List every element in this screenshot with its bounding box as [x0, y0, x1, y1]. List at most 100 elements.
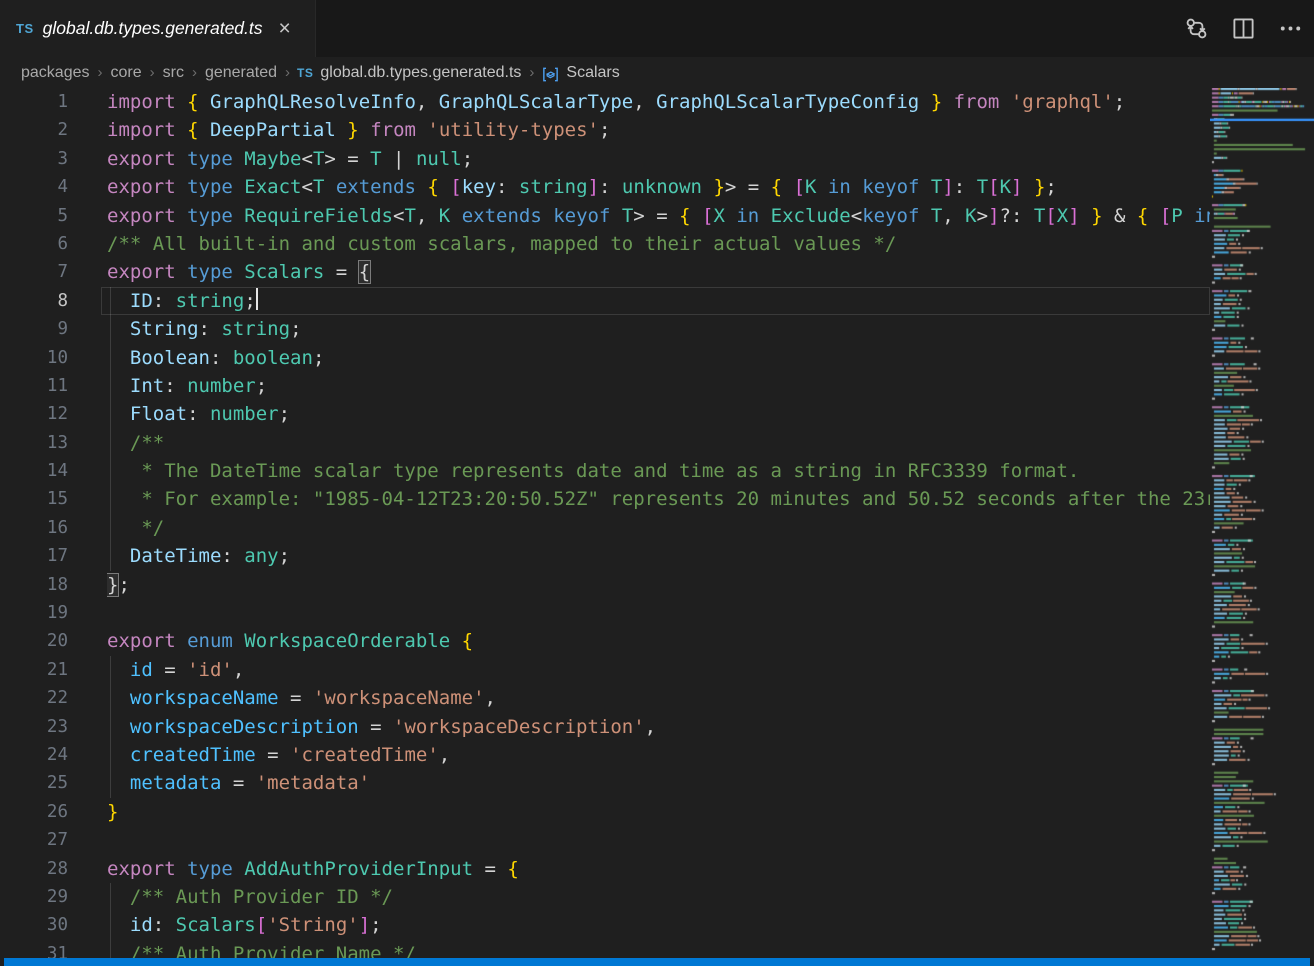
breadcrumb-folder-src[interactable]: src	[163, 64, 184, 82]
code-line[interactable]: 23 workspaceDescription = 'workspaceDesc…	[0, 713, 1210, 741]
code-text: export type AddAuthProviderInput = {	[107, 855, 1210, 883]
code-line[interactable]: 11 Int: number;	[0, 372, 1210, 400]
breadcrumb-symbol[interactable]: Scalars	[566, 64, 619, 82]
code-line[interactable]: 1 import { GraphQLResolveInfo, GraphQLSca…	[0, 88, 1210, 116]
code-line[interactable]: 26}	[0, 798, 1210, 826]
code-text: ID: string;	[107, 287, 1210, 315]
line-number[interactable]: 28	[0, 855, 68, 883]
indent-guide	[110, 457, 111, 485]
line-number[interactable]: 18	[0, 571, 68, 599]
code-editor[interactable]: 1 import { GraphQLResolveInfo, GraphQLSca…	[0, 88, 1210, 958]
code-text: import { GraphQLResolveInfo, GraphQLScal…	[107, 88, 1210, 116]
line-number[interactable]: 29	[0, 883, 68, 911]
code-line[interactable]: 9 String: string;	[0, 315, 1210, 343]
indent-guide	[110, 713, 111, 741]
code-line[interactable]: 30 id: Scalars['String'];	[0, 911, 1210, 939]
code-line[interactable]: 25 metadata = 'metadata'	[0, 769, 1210, 797]
minimap[interactable]	[1210, 88, 1314, 958]
line-number[interactable]: 30	[0, 911, 68, 939]
code-line[interactable]: 22 workspaceName = 'workspaceName',	[0, 684, 1210, 712]
breadcrumb-folder-core[interactable]: core	[111, 64, 142, 82]
code-line[interactable]: 6/** All built-in and custom scalars, ma…	[0, 230, 1210, 258]
line-number[interactable]: 8	[0, 287, 68, 315]
code-line[interactable]: 17 DateTime: any;	[0, 542, 1210, 570]
code-line[interactable]: 28 export type AddAuthProviderInput = {	[0, 855, 1210, 883]
code-line[interactable]: 12 Float: number;	[0, 400, 1210, 428]
code-line[interactable]: 24 createdTime = 'createdTime',	[0, 741, 1210, 769]
code-line[interactable]: 19	[0, 599, 1210, 627]
breadcrumb-folder-packages[interactable]: packages	[21, 64, 90, 82]
code-text: export type Maybe<T> = T | null;	[107, 145, 1210, 173]
code-line[interactable]: 5export type RequireFields<T, K extends …	[0, 202, 1210, 230]
line-number[interactable]: 21	[0, 656, 68, 684]
code-text: id = 'id',	[107, 656, 1210, 684]
code-line[interactable]: 14 * The DateTime scalar type represents…	[0, 457, 1210, 485]
line-number[interactable]: 2	[0, 116, 68, 144]
tab-global-db-types-generated-ts[interactable]: TS global.db.types.generated.ts ×	[0, 0, 316, 57]
indent-guide	[110, 344, 111, 372]
code-line[interactable]: 13 /**	[0, 429, 1210, 457]
symbol-type-icon	[541, 65, 560, 84]
line-number[interactable]: 12	[0, 400, 68, 428]
code-text: export type Scalars = {	[107, 258, 1210, 286]
line-number[interactable]: 23	[0, 713, 68, 741]
line-number[interactable]: 7	[0, 258, 68, 286]
line-number[interactable]: 15	[0, 485, 68, 513]
line-number[interactable]: 22	[0, 684, 68, 712]
code-line[interactable]: 2import { DeepPartial } from 'utility-ty…	[0, 116, 1210, 144]
line-number[interactable]: 1	[0, 88, 68, 116]
code-line[interactable]: 21 id = 'id',	[0, 656, 1210, 684]
line-number[interactable]: 3	[0, 145, 68, 173]
line-number[interactable]: 25	[0, 769, 68, 797]
code-line[interactable]: 27	[0, 826, 1210, 854]
open-changes-icon[interactable]	[1183, 15, 1210, 42]
code-text: Float: number;	[107, 400, 1210, 428]
line-number[interactable]: 4	[0, 173, 68, 201]
line-number[interactable]: 17	[0, 542, 68, 570]
indent-guide	[110, 769, 111, 797]
line-number[interactable]: 11	[0, 372, 68, 400]
code-line[interactable]: 7 export type Scalars = {	[0, 258, 1210, 286]
line-number[interactable]: 9	[0, 315, 68, 343]
line-number[interactable]: 24	[0, 741, 68, 769]
code-line[interactable]: 16 */	[0, 514, 1210, 542]
more-actions-icon[interactable]	[1277, 15, 1304, 42]
line-number[interactable]: 6	[0, 230, 68, 258]
code-lines: 1 import { GraphQLResolveInfo, GraphQLSca…	[0, 88, 1210, 958]
indent-guide	[110, 287, 111, 315]
line-number[interactable]: 13	[0, 429, 68, 457]
code-line[interactable]: 18};	[0, 571, 1210, 599]
line-number[interactable]: 14	[0, 457, 68, 485]
code-line[interactable]: 29 /** Auth Provider ID */	[0, 883, 1210, 911]
code-text: Int: number;	[107, 372, 1210, 400]
line-number[interactable]: 31	[0, 940, 68, 958]
breadcrumb-file[interactable]: global.db.types.generated.ts	[320, 64, 521, 82]
indent-guide	[110, 656, 111, 684]
line-number[interactable]: 19	[0, 599, 68, 627]
line-number[interactable]: 16	[0, 514, 68, 542]
code-text: Boolean: boolean;	[107, 344, 1210, 372]
code-line[interactable]: 8 ID: string;	[0, 287, 1210, 315]
tab-close-icon[interactable]: ×	[279, 18, 291, 39]
text-cursor	[256, 288, 258, 310]
chevron-right-icon: ›	[192, 64, 197, 81]
code-line[interactable]: 31 /** Auth Provider Name */	[0, 940, 1210, 958]
breadcrumb-folder-generated[interactable]: generated	[205, 64, 277, 82]
line-number[interactable]: 27	[0, 826, 68, 854]
line-number[interactable]: 26	[0, 798, 68, 826]
line-number[interactable]: 10	[0, 344, 68, 372]
code-line[interactable]: 10 Boolean: boolean;	[0, 344, 1210, 372]
split-editor-icon[interactable]	[1230, 15, 1257, 42]
line-number[interactable]: 5	[0, 202, 68, 230]
code-line[interactable]: 20 export enum WorkspaceOrderable {	[0, 627, 1210, 655]
line-number[interactable]: 20	[0, 627, 68, 655]
code-line[interactable]: 4 export type Exact<T extends { [key: str…	[0, 173, 1210, 201]
code-text: export type Exact<T extends { [key: stri…	[107, 173, 1210, 201]
code-line[interactable]: 3 export type Maybe<T> = T | null;	[0, 145, 1210, 173]
chevron-right-icon: ›	[285, 64, 290, 81]
minimap-canvas[interactable]	[1210, 88, 1314, 958]
code-line[interactable]: 15 * For example: "1985-04-12T23:20:50.5…	[0, 485, 1210, 513]
chevron-right-icon: ›	[529, 64, 534, 81]
code-text: export enum WorkspaceOrderable {	[107, 627, 1210, 655]
code-text: */	[107, 514, 1210, 542]
